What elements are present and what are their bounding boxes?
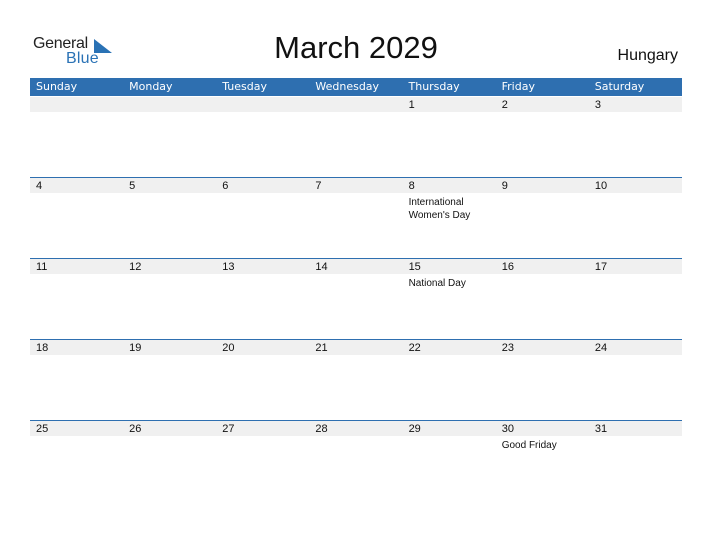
day-cell: 22 [403, 339, 496, 420]
day-number: 25 [36, 423, 49, 435]
week-row: 18 19 20 21 22 23 24 [30, 339, 682, 420]
day-number: 21 [315, 342, 328, 354]
holiday-label: International Women's Day [408, 197, 471, 221]
day-cell: 1 [403, 96, 496, 177]
holiday-label: National Day [408, 278, 466, 289]
day-cell [309, 96, 402, 177]
day-cell: 13 [216, 258, 309, 339]
day-number: 28 [315, 423, 328, 435]
weekday-friday: Friday [501, 80, 535, 93]
day-number: 4 [36, 180, 43, 192]
day-number: 1 [408, 99, 415, 111]
day-number: 31 [594, 423, 608, 435]
day-cell: 19 [123, 339, 216, 420]
weekday-thursday: Thursday [408, 80, 460, 93]
day-number: 2 [501, 99, 508, 111]
day-cell: 10 [589, 177, 682, 258]
day-cell: 15 National Day [403, 258, 496, 339]
weekday-sunday: Sunday [36, 80, 78, 93]
day-number: 18 [36, 342, 49, 354]
day-cell: 9 [496, 177, 589, 258]
page-title: March 2029 [274, 30, 438, 65]
day-number: 12 [129, 261, 142, 273]
day-cell: 16 [496, 258, 589, 339]
weekday-header: Sunday Monday Tuesday Wednesday Thursday… [30, 78, 682, 96]
day-number: 16 [501, 261, 514, 273]
day-cell: 5 [123, 177, 216, 258]
day-number: 26 [129, 423, 142, 435]
weekday-saturday: Saturday [594, 80, 645, 93]
day-number: 9 [501, 180, 508, 192]
weekday-tuesday: Tuesday [222, 80, 268, 93]
day-cell: 29 [403, 420, 496, 501]
day-number: 29 [408, 423, 421, 435]
day-cell [30, 96, 123, 177]
day-cell: 3 [589, 96, 682, 177]
day-cell: 2 [496, 96, 589, 177]
day-cell: 27 [216, 420, 309, 501]
day-cell: 20 [216, 339, 309, 420]
day-number: 10 [594, 180, 608, 192]
week-row: 1 2 3 [30, 96, 682, 177]
day-number: 23 [501, 342, 514, 354]
day-number: 7 [315, 180, 322, 192]
day-number: 17 [594, 261, 608, 273]
day-cell: 23 [496, 339, 589, 420]
day-cell: 26 [123, 420, 216, 501]
day-number: 11 [36, 261, 48, 273]
week-row: 4 5 6 7 8 International Women's Day 9 10 [30, 177, 682, 258]
day-number: 8 [408, 180, 415, 192]
day-number: 13 [222, 261, 235, 273]
day-cell: 28 [309, 420, 402, 501]
day-number: 20 [222, 342, 235, 354]
day-number: 19 [129, 342, 142, 354]
day-number: 22 [408, 342, 421, 354]
day-cell: 8 International Women's Day [403, 177, 496, 258]
country-label: Hungary [617, 47, 678, 64]
day-cell: 11 [30, 258, 123, 339]
day-cell: 31 [589, 420, 682, 501]
day-cell: 25 [30, 420, 123, 501]
day-cell: 7 [309, 177, 402, 258]
day-cell [123, 96, 216, 177]
day-number: 15 [408, 261, 421, 273]
day-number: 3 [594, 99, 601, 111]
day-number: 6 [222, 180, 229, 192]
day-cell: 30 Good Friday [496, 420, 589, 501]
day-cell: 21 [309, 339, 402, 420]
day-cell: 12 [123, 258, 216, 339]
day-cell: 17 [589, 258, 682, 339]
day-cell [216, 96, 309, 177]
weekday-wednesday: Wednesday [315, 80, 380, 93]
day-cell: 18 [30, 339, 123, 420]
day-cell: 24 [589, 339, 682, 420]
day-cell: 4 [30, 177, 123, 258]
weekday-monday: Monday [129, 80, 173, 93]
day-number: 24 [594, 342, 608, 354]
day-number: 5 [129, 180, 136, 192]
week-row: 11 12 13 14 15 National Day 16 17 [30, 258, 682, 339]
holiday-label: Good Friday [501, 440, 557, 451]
day-number: 30 [501, 423, 514, 435]
day-cell: 14 [309, 258, 402, 339]
day-cell: 6 [216, 177, 309, 258]
week-row: 25 26 27 28 29 30 Good Friday 31 [30, 420, 682, 501]
day-number: 14 [315, 261, 328, 273]
day-number: 27 [222, 423, 235, 435]
